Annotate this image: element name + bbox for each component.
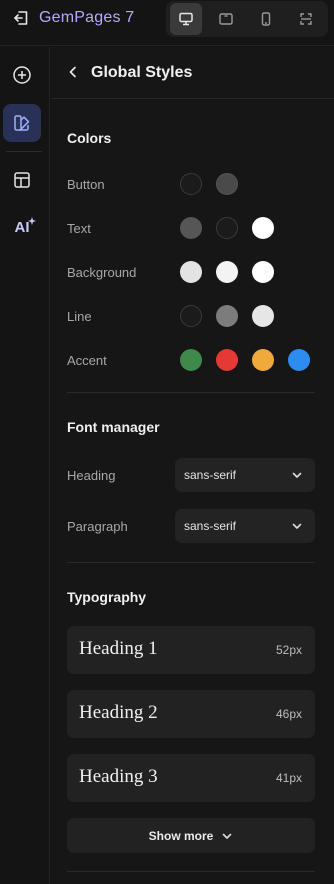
typography-item-heading-1[interactable]: Heading 1 52px [67,626,315,674]
top-bar: GemPages 7 [0,0,334,46]
brand-logo: GemPages 7 [39,9,134,27]
section-divider [67,562,315,563]
typography-item-size: 46px [275,707,302,721]
heading-font-label: Heading [67,468,116,483]
layout-button[interactable] [3,161,41,199]
color-swatch[interactable] [252,349,274,371]
chevron-down-icon [223,833,232,839]
color-swatch[interactable] [216,349,238,371]
panel-title: Global Styles [91,64,193,81]
colors-section-title: Colors [67,130,112,146]
paragraph-font-label: Paragraph [67,519,128,534]
color-swatch[interactable] [216,305,238,327]
section-divider [67,871,315,872]
layout-icon [14,172,30,188]
fit-screen-button[interactable] [290,3,322,35]
typography-item-name: Heading 3 [79,766,158,787]
color-swatch[interactable] [216,217,238,239]
add-section-button[interactable] [3,56,41,94]
typography-item-size: 41px [275,771,302,785]
color-swatch[interactable] [180,173,202,195]
global-styles-button[interactable] [3,104,41,142]
color-swatch[interactable] [216,261,238,283]
rail-divider [6,151,42,152]
color-swatch[interactable] [180,261,202,283]
heading-font-value: sans-serif [184,468,237,482]
chevron-left-icon [69,66,76,78]
color-row-label: Text [67,221,91,236]
color-swatch[interactable] [252,261,274,283]
brand-version: 7 [125,9,135,26]
color-swatch[interactable] [180,217,202,239]
global-styles-panel: Global Styles Colors Button Text Backgro… [51,47,334,884]
color-row-label: Line [67,309,92,324]
left-rail: AI [0,47,50,884]
section-divider [67,392,315,393]
desktop-view-button[interactable] [170,3,202,35]
color-swatch[interactable] [180,349,202,371]
show-more-button[interactable]: Show more [67,818,315,853]
fit-screen-icon [300,13,312,25]
heading-font-select[interactable]: sans-serif [175,458,315,492]
chevron-down-icon [292,472,302,478]
color-swatch[interactable] [252,217,274,239]
color-swatch[interactable] [216,173,238,195]
global-styles-icon [14,115,30,131]
mobile-icon [261,12,271,26]
tablet-icon [219,13,233,25]
typography-item-heading-2[interactable]: Heading 2 46px [67,690,315,738]
color-row-label: Button [67,177,105,192]
typography-section-title: Typography [67,589,147,605]
ai-button[interactable]: AI [3,208,41,246]
show-more-label: Show more [148,828,214,843]
device-switcher [166,1,328,37]
typography-item-name: Heading 1 [79,638,158,659]
paragraph-font-value: sans-serif [184,519,237,533]
panel-header: Global Styles [51,47,334,99]
typography-item-name: Heading 2 [79,702,158,723]
tablet-view-button[interactable] [210,3,242,35]
back-button[interactable] [65,64,81,80]
desktop-icon [179,12,193,26]
add-icon [13,66,31,84]
paragraph-font-select[interactable]: sans-serif [175,509,315,543]
color-swatch[interactable] [288,349,310,371]
brand-name: GemPages [39,9,121,26]
chevron-down-icon [292,523,302,529]
font-manager-section-title: Font manager [67,419,160,435]
mobile-view-button[interactable] [250,3,282,35]
exit-icon[interactable] [12,9,30,27]
color-row-label: Accent [67,353,107,368]
typography-item-size: 52px [275,643,302,657]
sparkle-icon [28,217,36,225]
color-row-label: Background [67,265,137,280]
color-swatch[interactable] [252,305,274,327]
typography-item-heading-3[interactable]: Heading 3 41px [67,754,315,802]
color-swatch[interactable] [180,305,202,327]
